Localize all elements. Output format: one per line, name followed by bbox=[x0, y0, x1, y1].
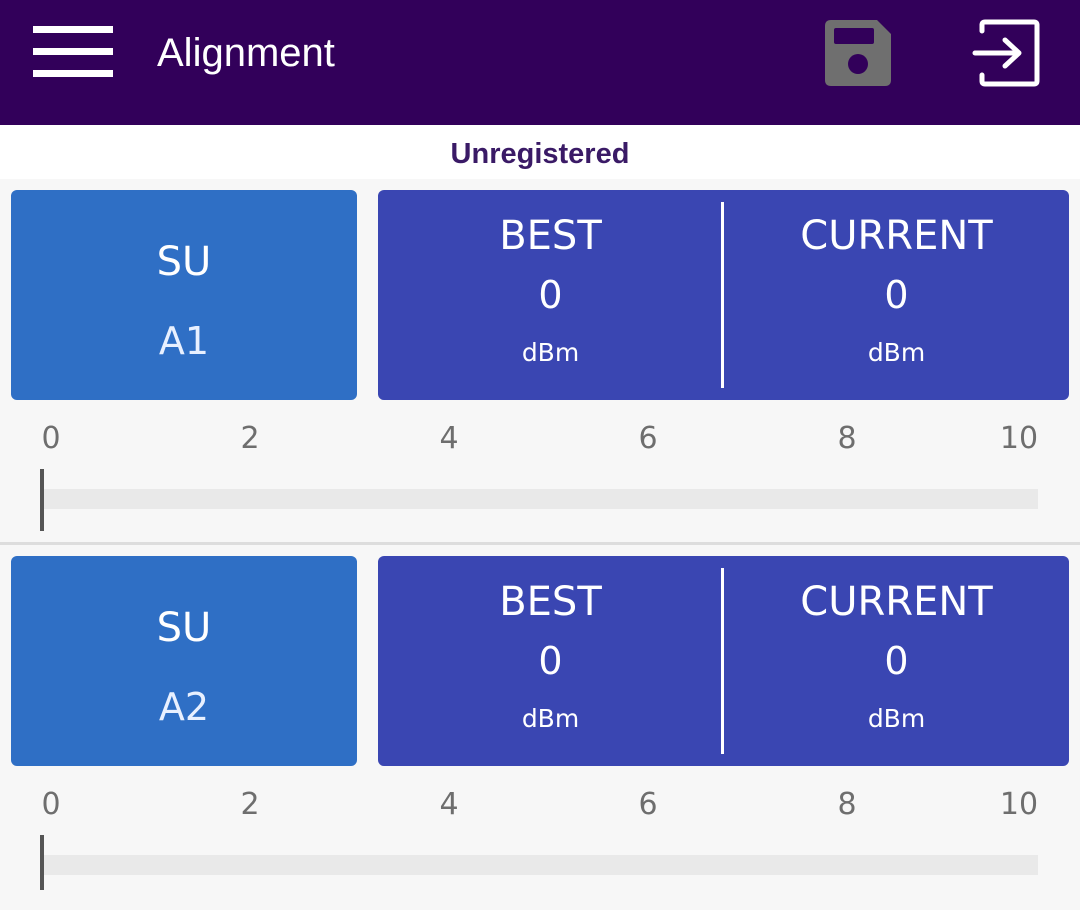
scale-tick: 2 bbox=[240, 421, 260, 456]
best-label: BEST bbox=[499, 213, 602, 259]
menu-bar-line bbox=[33, 48, 113, 55]
signal-metrics-card: BEST 0 dBm CURRENT 0 dBm bbox=[378, 190, 1069, 400]
alignment-unit-a2: SU A2 BEST 0 dBm CURRENT 0 dBm 0 2 4 6 8… bbox=[0, 545, 1080, 910]
app-header: Alignment bbox=[0, 0, 1080, 125]
scale-tick: 8 bbox=[837, 421, 857, 456]
alignment-unit-a1: SU A1 BEST 0 dBm CURRENT 0 dBm 0 2 4 6 8… bbox=[0, 179, 1080, 544]
current-unit: dBm bbox=[867, 704, 926, 733]
menu-bar-line bbox=[33, 26, 113, 33]
signal-scale: 0 2 4 6 8 10 bbox=[0, 419, 1080, 459]
best-column: BEST 0 dBm bbox=[378, 556, 723, 766]
signal-metrics-card: BEST 0 dBm CURRENT 0 dBm bbox=[378, 556, 1069, 766]
current-value: 0 bbox=[884, 273, 909, 317]
scale-tick: 0 bbox=[41, 421, 61, 456]
status-strip: Unregistered bbox=[0, 125, 1080, 179]
current-label: CURRENT bbox=[800, 579, 993, 625]
signal-level-bar bbox=[43, 489, 1038, 509]
signal-level-indicator bbox=[40, 835, 44, 890]
hamburger-menu-icon[interactable] bbox=[33, 26, 115, 78]
best-unit: dBm bbox=[521, 338, 580, 367]
exit-button[interactable] bbox=[972, 19, 1040, 87]
su-card: SU A2 bbox=[11, 556, 357, 766]
current-column: CURRENT 0 dBm bbox=[724, 556, 1069, 766]
su-id: A2 bbox=[158, 685, 210, 729]
page-title: Alignment bbox=[157, 31, 335, 75]
scale-tick: 6 bbox=[638, 421, 658, 456]
scale-tick: 4 bbox=[439, 421, 459, 456]
menu-bar-line bbox=[33, 70, 113, 77]
current-value: 0 bbox=[884, 639, 909, 683]
save-button[interactable] bbox=[825, 20, 891, 86]
signal-level-bar bbox=[43, 855, 1038, 875]
scale-tick: 10 bbox=[999, 421, 1039, 456]
best-unit: dBm bbox=[521, 704, 580, 733]
scale-tick: 2 bbox=[240, 787, 260, 822]
current-label: CURRENT bbox=[800, 213, 993, 259]
signal-scale: 0 2 4 6 8 10 bbox=[0, 785, 1080, 825]
registration-status: Unregistered bbox=[450, 138, 630, 170]
signal-level-indicator bbox=[40, 469, 44, 531]
best-label: BEST bbox=[499, 579, 602, 625]
best-value: 0 bbox=[538, 273, 563, 317]
su-id: A1 bbox=[158, 319, 210, 363]
current-column: CURRENT 0 dBm bbox=[724, 190, 1069, 400]
scale-tick: 8 bbox=[837, 787, 857, 822]
floppy-disk-icon bbox=[825, 20, 891, 86]
scale-tick: 4 bbox=[439, 787, 459, 822]
best-value: 0 bbox=[538, 639, 563, 683]
scale-tick: 6 bbox=[638, 787, 658, 822]
scale-tick: 0 bbox=[41, 787, 61, 822]
su-card: SU A1 bbox=[11, 190, 357, 400]
exit-icon bbox=[972, 19, 1040, 87]
scale-tick: 10 bbox=[999, 787, 1039, 822]
su-label: SU bbox=[156, 605, 212, 651]
best-column: BEST 0 dBm bbox=[378, 190, 723, 400]
current-unit: dBm bbox=[867, 338, 926, 367]
su-label: SU bbox=[156, 239, 212, 285]
